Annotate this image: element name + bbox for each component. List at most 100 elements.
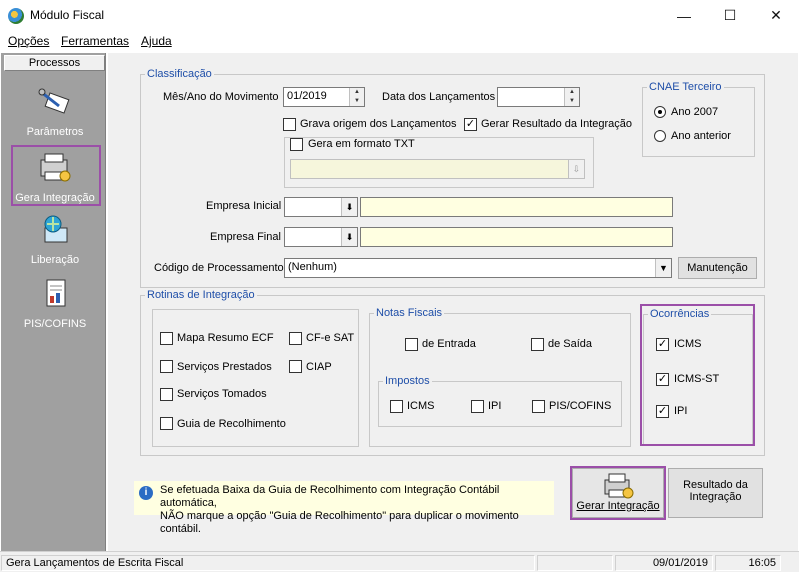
menu-opcoes[interactable]: Opções bbox=[8, 34, 49, 48]
status-bar: Gera Lançamentos de Escrita Fiscal 09/01… bbox=[0, 551, 799, 572]
cnae-anterior-label: Ano anterior bbox=[671, 130, 731, 142]
empresa-inicial-code[interactable]: ⬇ bbox=[284, 197, 358, 217]
highlight-gerar bbox=[570, 466, 666, 520]
gerar-resultado-label: Gerar Resultado da Integração bbox=[481, 118, 633, 130]
imp-icms-label: ICMS bbox=[407, 400, 435, 412]
processes-header: Processos bbox=[4, 55, 105, 71]
imp-pis-cofins-checkbox[interactable] bbox=[532, 400, 545, 413]
info-note: i Se efetuada Baixa da Guia de Recolhime… bbox=[134, 481, 554, 535]
gerar-resultado-checkbox[interactable]: ✓ bbox=[464, 118, 477, 131]
sidebar-item-label: Parâmetros bbox=[26, 126, 84, 138]
servicos-tomados-checkbox[interactable] bbox=[160, 388, 173, 401]
empresa-final-code[interactable]: ⬇ bbox=[284, 227, 358, 247]
cfe-sat-label: CF-e SAT bbox=[306, 332, 355, 344]
window-title: Módulo Fiscal bbox=[30, 8, 105, 22]
status-text: Gera Lançamentos de Escrita Fiscal bbox=[1, 555, 535, 571]
status-empty bbox=[537, 555, 613, 571]
mapa-resumo-label: Mapa Resumo ECF bbox=[177, 332, 274, 344]
cnae-2007-label: Ano 2007 bbox=[671, 106, 719, 118]
entrada-label: de Entrada bbox=[422, 338, 476, 350]
sidebar-item-label: PIS/COFINS bbox=[23, 318, 87, 330]
maximize-button[interactable]: ☐ bbox=[707, 0, 753, 31]
sidebar-item-liberacao[interactable]: Liberação bbox=[8, 214, 102, 266]
gera-txt-checkbox[interactable] bbox=[290, 138, 303, 151]
ciap-label: CIAP bbox=[306, 361, 332, 373]
gera-txt-label: Gera em formato TXT bbox=[306, 138, 417, 150]
sidebar-item-label: Liberação bbox=[30, 254, 80, 266]
mes-ano-value: 01/2019 bbox=[287, 90, 327, 102]
menu-bar: Opções Ferramentas Ajuda bbox=[0, 31, 799, 51]
menu-ferramentas[interactable]: Ferramentas bbox=[61, 34, 129, 48]
ciap-checkbox[interactable] bbox=[289, 360, 302, 373]
servicos-tomados-label: Serviços Tomados bbox=[177, 388, 267, 400]
oc-ipi-checkbox[interactable]: ✓ bbox=[656, 405, 669, 418]
status-date: 09/01/2019 bbox=[615, 555, 713, 571]
oc-ipi-label: IPI bbox=[674, 405, 688, 417]
pis-cofins-icon bbox=[37, 278, 73, 310]
imp-ipi-checkbox[interactable] bbox=[471, 400, 484, 413]
saida-checkbox[interactable] bbox=[531, 338, 544, 351]
entrada-checkbox[interactable] bbox=[405, 338, 418, 351]
grava-origem-checkbox[interactable] bbox=[283, 118, 296, 131]
data-lancamentos-label: Data dos Lançamentos bbox=[382, 91, 496, 103]
minimize-button[interactable]: — bbox=[661, 0, 707, 31]
sidebar-item-parametros[interactable]: Parâmetros bbox=[8, 86, 102, 138]
info-line-1: Se efetuada Baixa da Guia de Recolhiment… bbox=[160, 484, 500, 509]
highlight-gera-integracao bbox=[11, 145, 101, 206]
guia-recolhimento-checkbox[interactable] bbox=[160, 417, 173, 430]
chevron-down-icon[interactable]: ▼ bbox=[655, 259, 671, 277]
mes-ano-spinner[interactable]: ▲ ▼ bbox=[349, 88, 364, 106]
servicos-prestados-label: Serviços Prestados bbox=[177, 361, 272, 373]
codigo-processamento-select[interactable]: (Nenhum) ▼ bbox=[284, 258, 672, 278]
oc-icms-label: ICMS bbox=[674, 338, 702, 350]
grava-origem-label: Grava origem dos Lançamentos bbox=[300, 118, 457, 130]
cnae-legend: CNAE Terceiro bbox=[649, 81, 722, 93]
cfe-sat-checkbox[interactable] bbox=[289, 332, 302, 345]
resultado-integracao-button[interactable]: Resultado da Integração bbox=[668, 468, 763, 518]
empresa-inicial-dropdown[interactable]: ⬇ bbox=[341, 198, 357, 216]
status-time: 16:05 bbox=[715, 555, 781, 571]
rotinas-legend: Rotinas de Integração bbox=[147, 289, 255, 301]
imp-ipi-label: IPI bbox=[488, 400, 502, 412]
resultado-label-line1: Resultado da bbox=[683, 479, 748, 491]
codigo-processamento-label: Código de Processamento bbox=[154, 262, 284, 274]
cnae-group: CNAE Terceiro bbox=[642, 81, 755, 157]
oc-icms-checkbox[interactable]: ✓ bbox=[656, 338, 669, 351]
empresa-inicial-label: Empresa Inicial bbox=[206, 200, 282, 212]
notas-legend: Notas Fiscais bbox=[376, 307, 443, 319]
saida-label: de Saída bbox=[548, 338, 593, 350]
guia-recolhimento-label: Guia de Recolhimento bbox=[177, 418, 286, 430]
info-line-2: NÃO marque a opção "Guia de Recolhimento… bbox=[160, 510, 519, 535]
close-button[interactable]: ✕ bbox=[753, 0, 799, 31]
manutencao-button[interactable]: Manutenção bbox=[678, 257, 757, 279]
empresa-final-dropdown[interactable]: ⬇ bbox=[341, 228, 357, 246]
parameters-icon bbox=[37, 86, 73, 118]
data-lancamentos-input[interactable]: ▲ ▼ bbox=[497, 87, 580, 107]
codigo-processamento-value: (Nenhum) bbox=[288, 261, 337, 273]
mapa-resumo-checkbox[interactable] bbox=[160, 332, 173, 345]
liberation-icon bbox=[37, 214, 73, 246]
servicos-prestados-checkbox[interactable] bbox=[160, 360, 173, 373]
mes-ano-input[interactable]: 01/2019 ▲ ▼ bbox=[283, 87, 365, 107]
empresa-final-label: Empresa Final bbox=[210, 231, 281, 243]
oc-icms-st-checkbox[interactable]: ✓ bbox=[656, 373, 669, 386]
mes-ano-label: Mês/Ano do Movimento bbox=[163, 91, 279, 103]
cnae-radio-2007[interactable] bbox=[654, 106, 666, 118]
cnae-radio-anterior[interactable] bbox=[654, 130, 666, 142]
imp-icms-checkbox[interactable] bbox=[390, 400, 403, 413]
app-icon bbox=[8, 8, 24, 24]
impostos-legend: Impostos bbox=[385, 375, 430, 387]
oc-icms-st-label: ICMS-ST bbox=[674, 373, 720, 385]
empresa-final-name[interactable] bbox=[360, 227, 673, 247]
classificacao-legend: Classificação bbox=[147, 68, 212, 80]
data-lancamentos-spinner[interactable]: ▲ ▼ bbox=[564, 88, 579, 106]
sidebar-item-pis-cofins[interactable]: PIS/COFINS bbox=[8, 278, 102, 330]
resultado-label-line2: Integração bbox=[689, 491, 742, 503]
txt-path-input[interactable]: ⇩ bbox=[290, 159, 585, 179]
title-bar: Módulo Fiscal — ☐ ✕ bbox=[0, 0, 799, 31]
info-icon: i bbox=[139, 486, 153, 500]
empresa-inicial-name[interactable] bbox=[360, 197, 673, 217]
imp-pis-cofins-label: PIS/COFINS bbox=[549, 400, 612, 412]
txt-browse-button[interactable]: ⇩ bbox=[568, 160, 584, 178]
menu-ajuda[interactable]: Ajuda bbox=[141, 34, 172, 48]
